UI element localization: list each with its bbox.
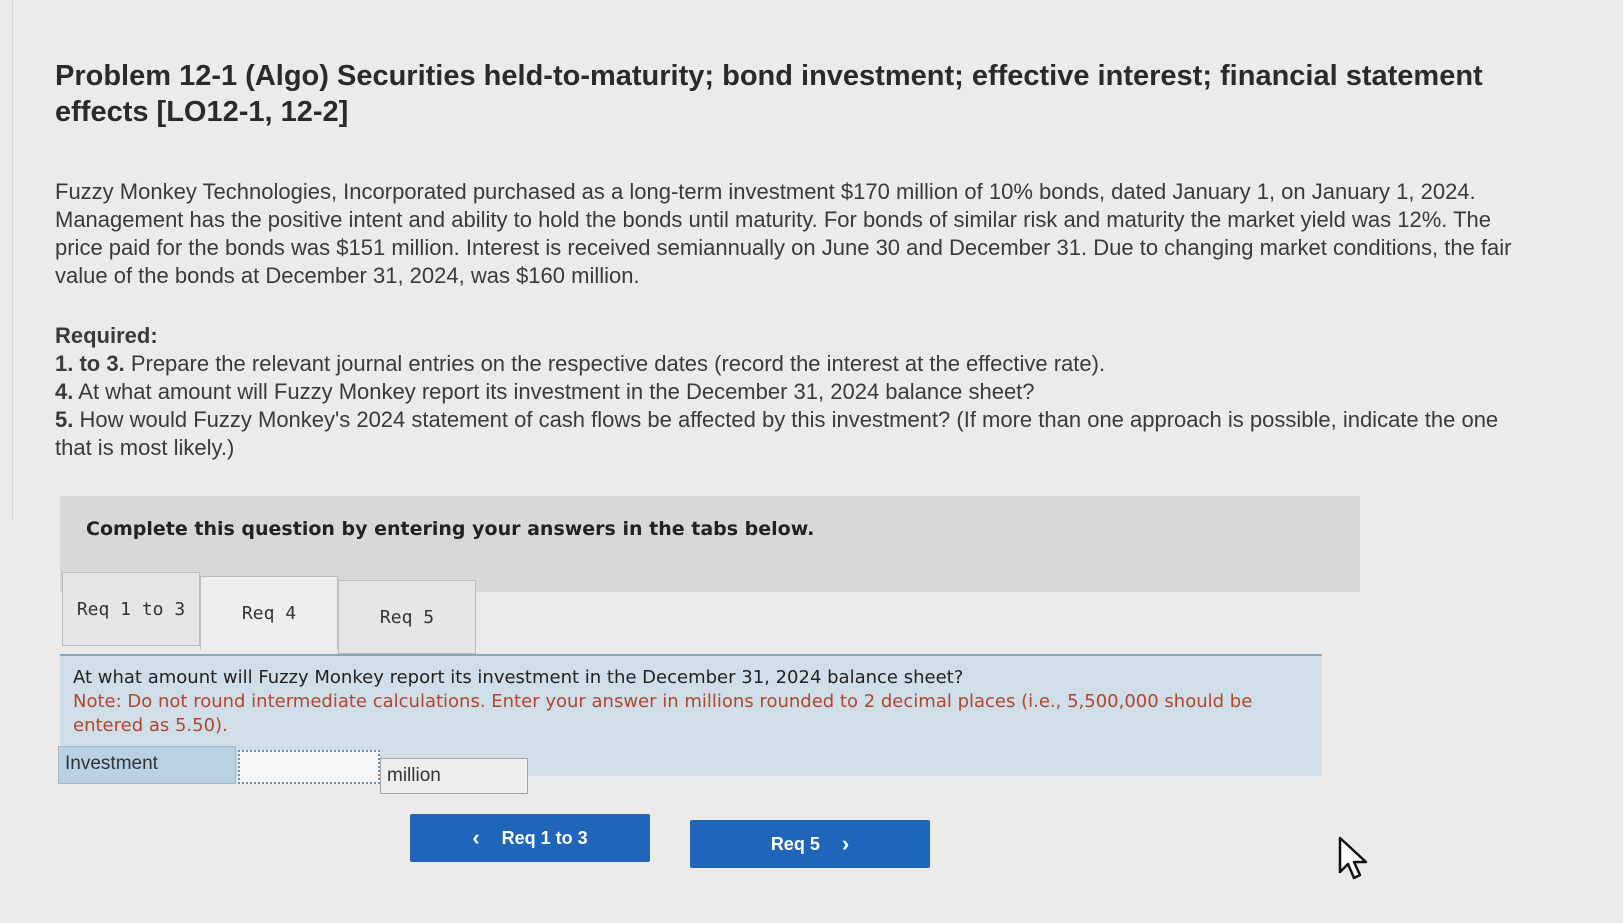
next-button-label: Req 5 (770, 833, 820, 854)
chevron-right-icon: › (841, 831, 850, 856)
next-button[interactable]: Req 5 › (690, 820, 930, 868)
problem-description: Fuzzy Monkey Technologies, Incorporated … (55, 179, 1512, 288)
required-heading: Required: (55, 323, 158, 348)
tab-req-5[interactable]: Req 5 (338, 580, 476, 654)
required-item-text: Prepare the relevant journal entries on … (130, 351, 1106, 376)
prev-button[interactable]: ‹ Req 1 to 3 (410, 814, 650, 862)
mouse-cursor-icon (1338, 836, 1368, 880)
tab-req-4[interactable]: Req 4 (200, 576, 338, 650)
tab-req-1-to-3[interactable]: Req 1 to 3 (62, 572, 200, 646)
required-item-text: How would Fuzzy Monkey's 2024 statement … (55, 407, 1499, 460)
required-item-number: 1. to 3. (55, 351, 125, 376)
investment-label: Investment (58, 746, 236, 784)
prev-button-label: Req 1 to 3 (501, 827, 588, 848)
problem-title: Problem 12-1 (Algo) Securities held-to-m… (55, 60, 1483, 128)
question-note: Note: Do not round intermediate calculat… (73, 691, 1253, 736)
required-item-text: At what amount will Fuzzy Monkey report … (78, 379, 1035, 404)
required-item-1-3: 1. to 3. Prepare the relevant journal en… (55, 350, 1515, 378)
investment-input[interactable] (238, 750, 380, 784)
unit-label: million (380, 758, 528, 794)
page-edge (0, 0, 13, 520)
required-item-4: 4. At what amount will Fuzzy Monkey repo… (55, 378, 1515, 406)
required-item-5: 5. How would Fuzzy Monkey's 2024 stateme… (55, 406, 1515, 462)
required-item-number: 5. (55, 407, 74, 432)
required-section: Required: 1. to 3. Prepare the relevant … (55, 322, 1515, 462)
required-item-number: 4. (55, 379, 74, 404)
chevron-left-icon: ‹ (472, 825, 480, 850)
instruction-text: Complete this question by entering your … (86, 518, 815, 540)
question-text: At what amount will Fuzzy Monkey report … (73, 667, 964, 688)
